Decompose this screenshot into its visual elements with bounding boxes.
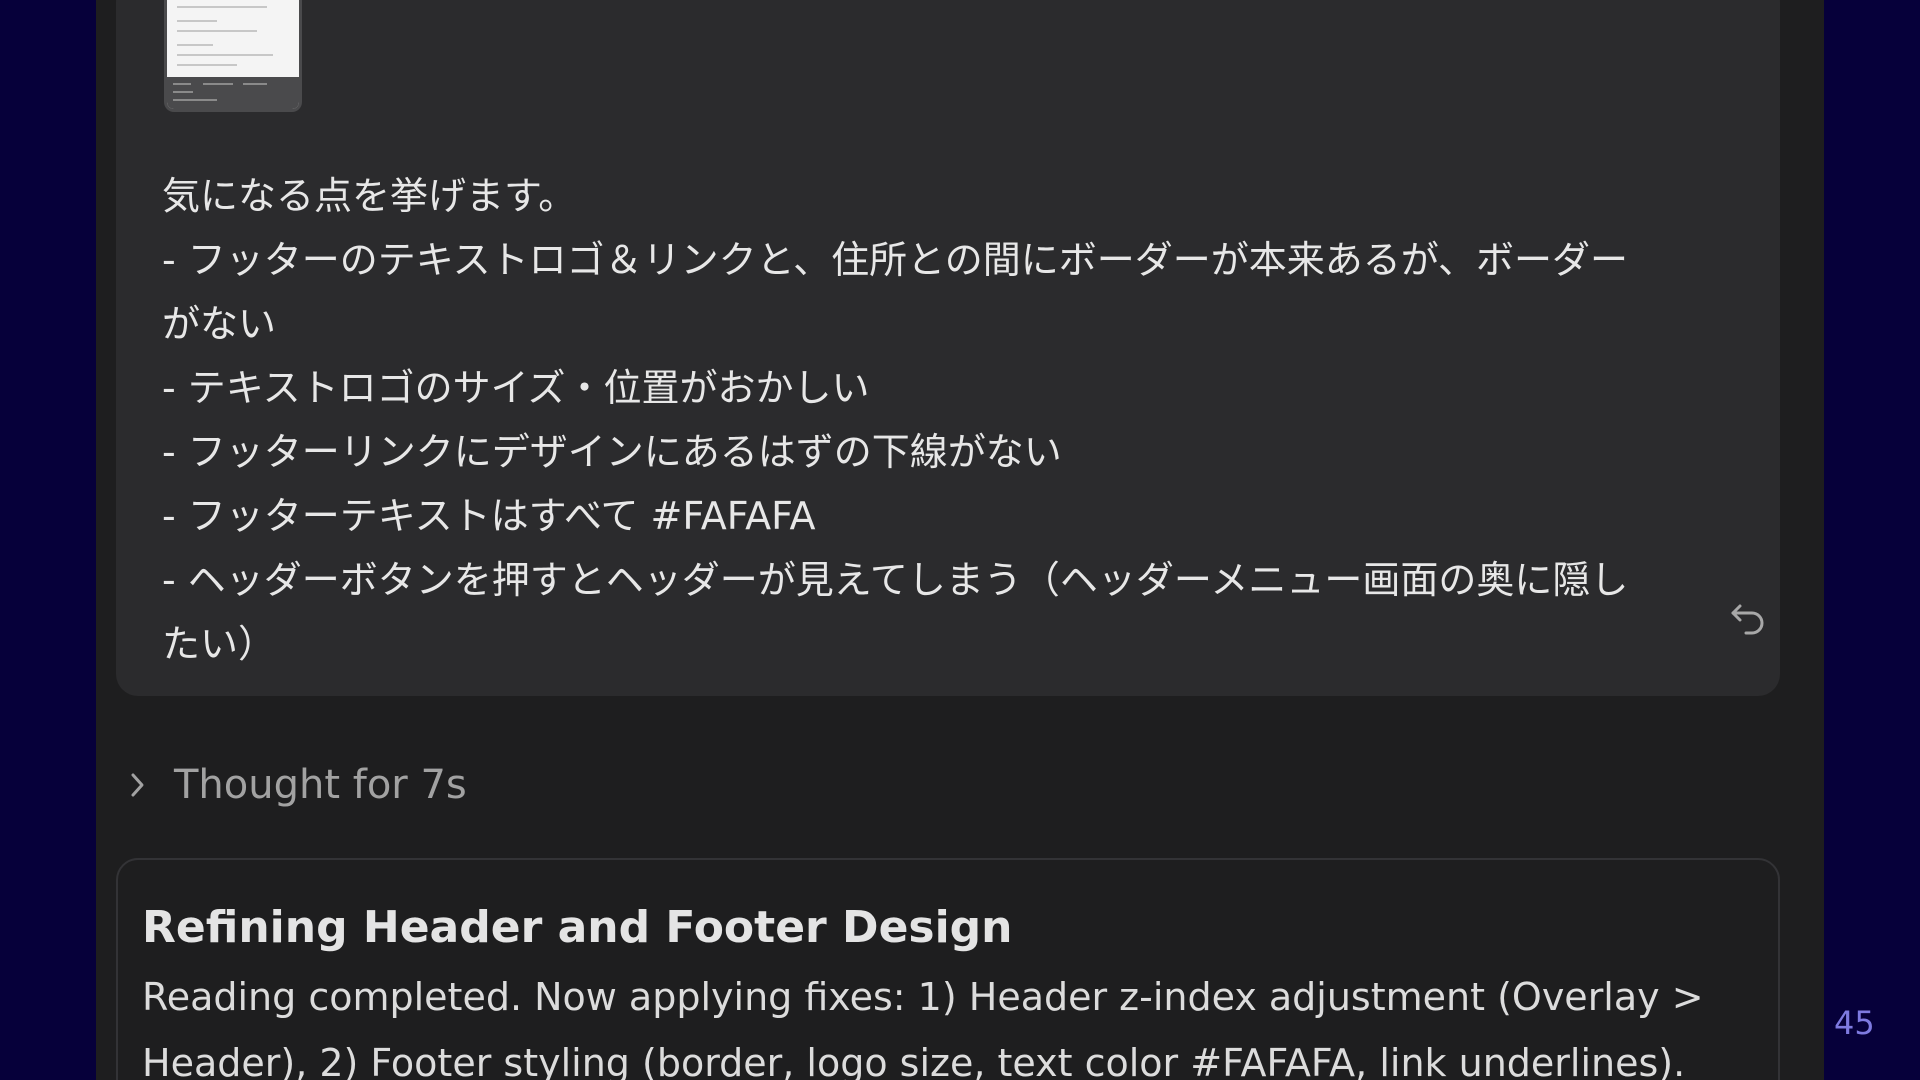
assistant-status-card: Refining Header and Footer Design Readin… [116,858,1780,1080]
message-line: - フッターリンクにデザインにあるはずの下線がない [162,430,1062,474]
page-number: 45 [1834,1004,1875,1042]
card-title: Refining Header and Footer Design [142,902,1013,953]
message-line: - フッターテキストはすべて #FAFAFA [162,494,816,538]
user-message-text: 気になる点を挙げます。 - フッターのテキストロゴ＆リンクと、住所との間にボーダ… [162,164,1762,676]
thought-toggle[interactable]: Thought for 7s [126,762,467,808]
message-line: がない [162,302,277,346]
thought-label: Thought for 7s [174,762,467,808]
message-line: たい） [162,622,277,666]
message-line: - テキストロゴのサイズ・位置がおかしい [162,366,870,410]
undo-arrow-icon[interactable] [1728,600,1768,640]
message-line: - ヘッダーボタンを押すとヘッダーが見えてしまう（ヘッダーメニュー画面の奥に隠し [162,558,1629,602]
card-body: Reading completed. Now applying fixes: 1… [142,975,1704,1080]
chat-panel: 気になる点を挙げます。 - フッターのテキストロゴ＆リンクと、住所との間にボーダ… [96,0,1824,1080]
message-line: 気になる点を挙げます。 [162,174,577,218]
user-message-bubble: 気になる点を挙げます。 - フッターのテキストロゴ＆リンクと、住所との間にボーダ… [116,0,1780,696]
chevron-right-icon [131,773,144,797]
message-line: - フッターのテキストロゴ＆リンクと、住所との間にボーダーが本来あるが、ボーダー [162,238,1628,282]
attached-screenshot-thumbnail[interactable] [164,0,302,112]
